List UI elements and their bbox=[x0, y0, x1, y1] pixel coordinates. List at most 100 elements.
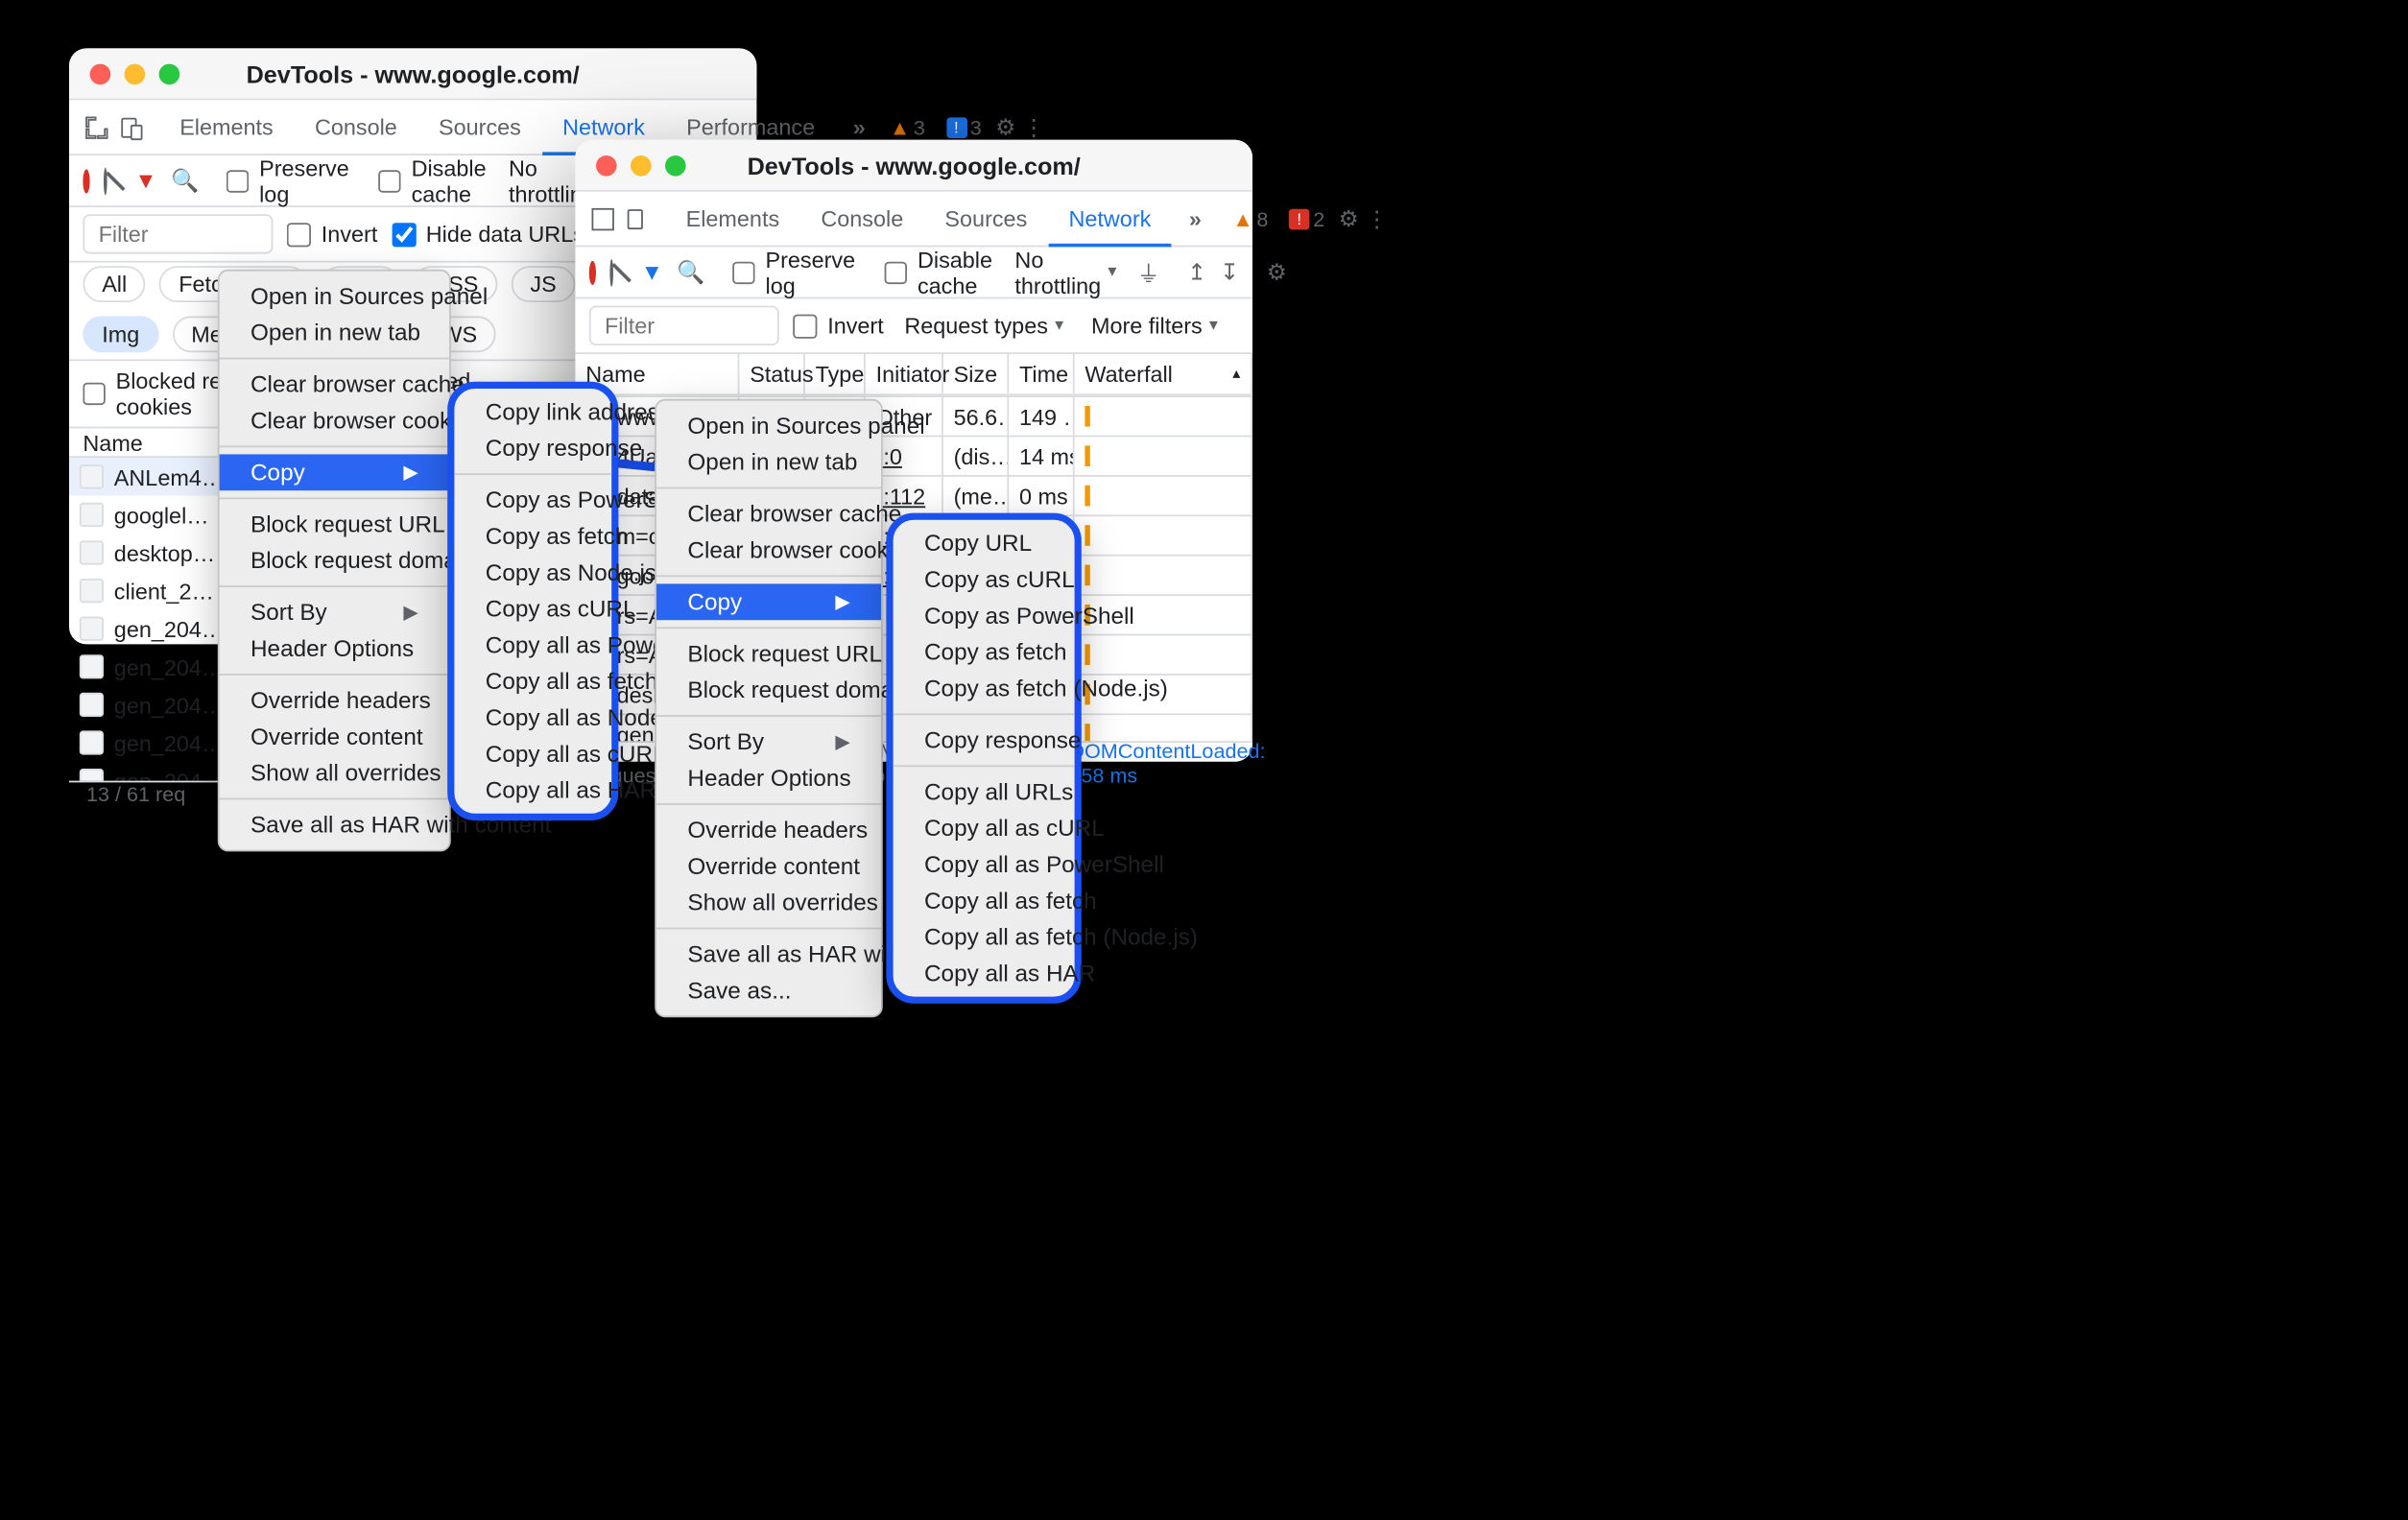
menu-item-clear-browser-cache[interactable]: Clear browser cache bbox=[220, 367, 449, 403]
submenu-item-copy-response[interactable]: Copy response bbox=[454, 430, 611, 466]
menu-item-copy[interactable]: Copy▶ bbox=[656, 583, 881, 620]
invert-checkbox[interactable]: Invert bbox=[793, 313, 884, 339]
submenu-item-copy-as-curl[interactable]: Copy as cURL bbox=[894, 561, 1075, 598]
copy-submenu[interactable]: Copy URLCopy as cURLCopy as PowerShellCo… bbox=[886, 513, 1081, 1004]
submenu-item-copy-all-as-fetch[interactable]: Copy all as fetch bbox=[894, 883, 1075, 919]
clear-button[interactable] bbox=[609, 258, 613, 286]
column-header-waterfall[interactable]: Waterfall ▴ bbox=[1075, 354, 1252, 395]
menu-item-save-all-as-har-with-content[interactable]: Save all as HAR with content bbox=[656, 937, 881, 973]
panel-settings-icon[interactable]: ⚙ bbox=[1267, 258, 1287, 286]
titlebar[interactable]: DevTools - www.google.com/ bbox=[575, 140, 1252, 192]
panel-tab-elements[interactable]: Elements bbox=[665, 191, 800, 247]
filter-icon[interactable]: ▼ bbox=[641, 259, 663, 285]
filter-chip-all[interactable]: All bbox=[83, 266, 146, 302]
throttling-select[interactable]: No throttling▾ bbox=[1008, 247, 1123, 298]
panel-tab-console[interactable]: Console bbox=[800, 191, 924, 247]
download-icon[interactable]: ↧ bbox=[1220, 248, 1239, 296]
menu-item-override-headers[interactable]: Override headers bbox=[220, 682, 449, 719]
panel-tab-sources[interactable]: Sources bbox=[924, 191, 1048, 247]
submenu-item-copy-url[interactable]: Copy URL bbox=[894, 525, 1075, 561]
inspect-icon[interactable] bbox=[83, 103, 110, 151]
warnings-badge[interactable]: ▲3 bbox=[883, 115, 932, 139]
menu-item-sort-by[interactable]: Sort By▶ bbox=[656, 724, 881, 760]
panel-tab-network[interactable]: Network bbox=[1048, 191, 1172, 247]
minimize-window-button[interactable] bbox=[125, 63, 146, 84]
device-icon[interactable] bbox=[624, 195, 652, 243]
submenu-item-copy-all-as-fetch-node-js-[interactable]: Copy all as fetch (Node.js) bbox=[894, 919, 1075, 956]
context-menu[interactable]: Open in Sources panelOpen in new tab Clea… bbox=[218, 270, 451, 852]
menu-item-block-request-domain[interactable]: Block request domain bbox=[656, 672, 881, 708]
warnings-badge[interactable]: ▲8 bbox=[1226, 206, 1275, 230]
filter-chip-img[interactable]: Img bbox=[83, 316, 158, 352]
settings-icon[interactable]: ⚙ bbox=[1339, 204, 1359, 232]
submenu-item-copy-as-curl[interactable]: Copy as cURL bbox=[454, 591, 611, 628]
submenu-item-copy-as-fetch[interactable]: Copy as fetch bbox=[454, 518, 611, 555]
more-filters-dropdown[interactable]: More filters▾ bbox=[1085, 313, 1225, 339]
submenu-item-copy-link-address[interactable]: Copy link address bbox=[454, 393, 611, 430]
submenu-item-copy-as-fetch-node-js-[interactable]: Copy as fetch (Node.js) bbox=[894, 670, 1075, 706]
kebab-menu-icon[interactable]: ⋮ bbox=[1022, 113, 1044, 141]
device-icon[interactable] bbox=[117, 103, 145, 151]
submenu-item-copy-all-as-node-js-fetch[interactable]: Copy all as Node.js fetch bbox=[454, 700, 611, 736]
submenu-item-copy-as-fetch[interactable]: Copy as fetch bbox=[894, 634, 1075, 671]
menu-item-clear-browser-cookies[interactable]: Clear browser cookies bbox=[220, 402, 449, 439]
search-icon[interactable]: 🔍 bbox=[171, 156, 199, 204]
submenu-item-copy-all-urls[interactable]: Copy all URLs bbox=[894, 773, 1075, 810]
close-window-button[interactable] bbox=[596, 154, 617, 176]
menu-item-header-options[interactable]: Header Options▶ bbox=[656, 760, 881, 796]
submenu-item-copy-all-as-har[interactable]: Copy all as HAR bbox=[454, 772, 611, 809]
kebab-menu-icon[interactable]: ⋮ bbox=[1366, 204, 1388, 232]
record-button[interactable] bbox=[589, 260, 596, 284]
submenu-item-copy-all-as-fetch[interactable]: Copy all as fetch bbox=[454, 663, 611, 700]
disable-cache-checkbox[interactable]: Disable cache bbox=[885, 247, 994, 298]
submenu-item-copy-all-as-powershell[interactable]: Copy all as PowerShell bbox=[454, 627, 611, 663]
menu-item-open-in-sources-panel[interactable]: Open in Sources panel bbox=[220, 278, 449, 315]
menu-item-save-all-as-har-with-content[interactable]: Save all as HAR with content bbox=[220, 807, 449, 843]
upload-icon[interactable]: ↥ bbox=[1187, 248, 1206, 296]
request-types-dropdown[interactable]: Request types▾ bbox=[897, 313, 1070, 339]
column-header-size[interactable]: Size bbox=[943, 354, 1008, 395]
more-tabs-icon[interactable]: » bbox=[843, 114, 876, 140]
menu-item-clear-browser-cache[interactable]: Clear browser cache bbox=[656, 496, 881, 533]
filter-chip-js[interactable]: JS bbox=[512, 266, 576, 302]
zoom-window-button[interactable] bbox=[665, 154, 686, 176]
panel-tab-sources[interactable]: Sources bbox=[417, 100, 541, 155]
column-header-status[interactable]: Status bbox=[739, 354, 803, 395]
filter-input[interactable] bbox=[589, 306, 779, 345]
minimize-window-button[interactable] bbox=[631, 154, 652, 176]
menu-item-show-all-overrides[interactable]: Show all overrides bbox=[220, 755, 449, 792]
filter-icon[interactable]: ▼ bbox=[134, 168, 156, 194]
submenu-item-copy-all-as-curl[interactable]: Copy all as cURL bbox=[894, 810, 1075, 846]
submenu-item-copy-as-powershell[interactable]: Copy as PowerShell bbox=[894, 598, 1075, 634]
disable-cache-checkbox[interactable]: Disable cache bbox=[378, 154, 488, 206]
more-tabs-icon[interactable]: » bbox=[1179, 205, 1212, 231]
column-header-initiator[interactable]: Initiator bbox=[866, 354, 942, 395]
menu-item-override-content[interactable]: Override content bbox=[220, 719, 449, 755]
copy-submenu[interactable]: Copy link addressCopy response Copy as Po… bbox=[447, 382, 618, 820]
clear-button[interactable] bbox=[104, 167, 107, 195]
settings-icon[interactable]: ⚙ bbox=[995, 113, 1015, 141]
preserve-log-checkbox[interactable]: Preserve log bbox=[226, 154, 351, 206]
context-menu[interactable]: Open in Sources panelOpen in new tab Clea… bbox=[655, 399, 883, 1017]
menu-item-sort-by[interactable]: Sort By▶ bbox=[220, 594, 449, 630]
zoom-window-button[interactable] bbox=[159, 63, 180, 84]
submenu-item-copy-response[interactable]: Copy response bbox=[894, 722, 1075, 758]
menu-item-override-headers[interactable]: Override headers bbox=[656, 812, 881, 848]
hide-data-urls-checkbox[interactable]: Hide data URLs bbox=[392, 221, 584, 247]
menu-item-open-in-new-tab[interactable]: Open in new tab bbox=[220, 315, 449, 351]
column-header-time[interactable]: Time bbox=[1009, 354, 1073, 395]
menu-item-open-in-sources-panel[interactable]: Open in Sources panel bbox=[656, 408, 881, 444]
wifi-icon[interactable]: ⏚ bbox=[1137, 248, 1159, 296]
menu-item-override-content[interactable]: Override content bbox=[656, 848, 881, 885]
inspect-icon[interactable] bbox=[589, 195, 617, 243]
menu-item-open-in-new-tab[interactable]: Open in new tab bbox=[656, 444, 881, 481]
submenu-item-copy-as-node-js-fetch[interactable]: Copy as Node.js fetch bbox=[454, 555, 611, 591]
submenu-item-copy-as-powershell[interactable]: Copy as PowerShell bbox=[454, 482, 611, 518]
issues-badge[interactable]: !2 bbox=[1282, 206, 1332, 230]
submenu-item-copy-all-as-har[interactable]: Copy all as HAR bbox=[894, 955, 1075, 991]
filter-input[interactable] bbox=[83, 214, 273, 253]
titlebar[interactable]: DevTools - www.google.com/ bbox=[69, 48, 756, 100]
menu-item-show-all-overrides[interactable]: Show all overrides bbox=[656, 885, 881, 921]
menu-item-header-options[interactable]: Header Options▶ bbox=[220, 630, 449, 667]
search-icon[interactable]: 🔍 bbox=[677, 248, 704, 296]
